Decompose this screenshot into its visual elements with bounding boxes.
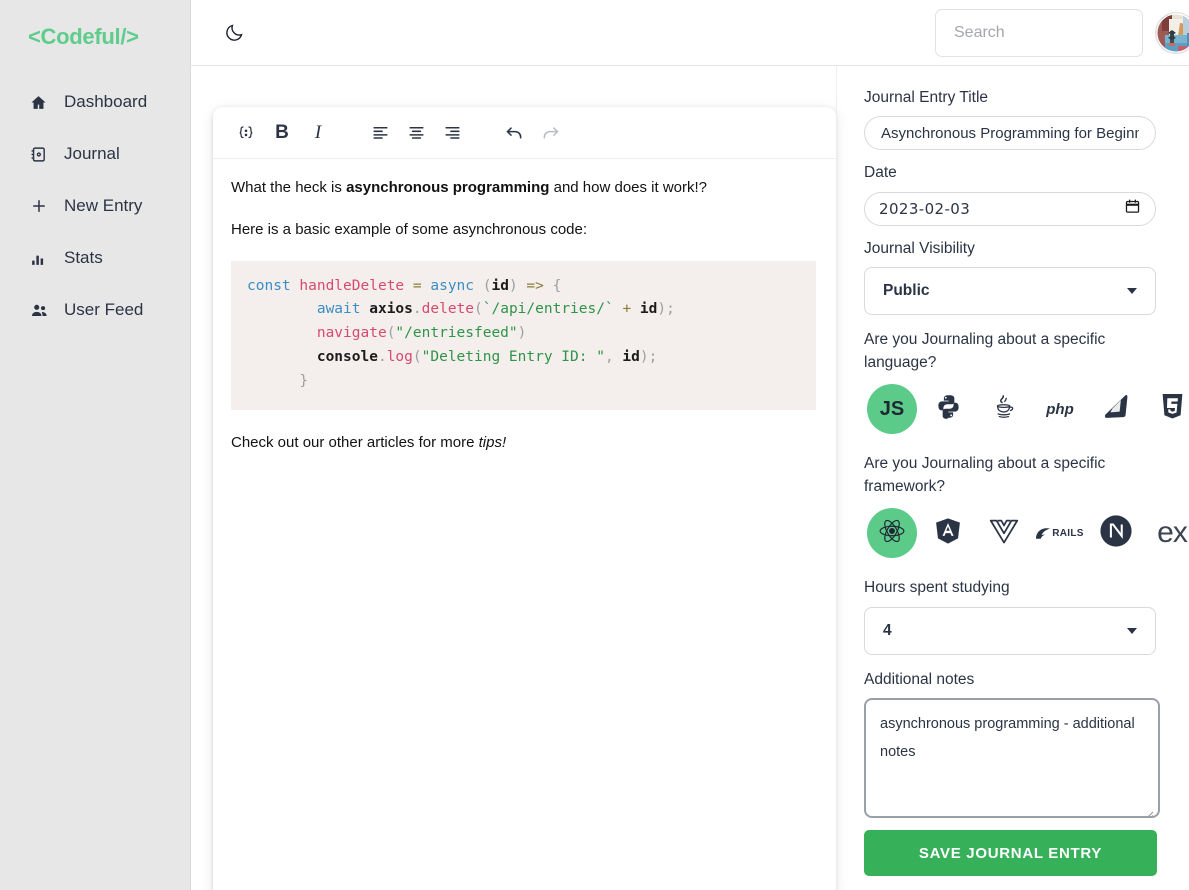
bar-chart-icon [30,250,56,267]
search-box[interactable] [935,8,1143,57]
calendar-icon[interactable] [1124,198,1141,219]
sidebar-item-stats[interactable]: Stats [0,232,190,284]
redo-icon[interactable] [533,116,567,150]
angular-icon [934,517,962,550]
hours-label: Hours spent studying [864,579,1010,597]
editor-pane: B I What the heck is asynchronous progra… [191,66,836,890]
search-input[interactable] [952,22,1126,43]
chevron-down-icon [1127,627,1137,634]
hours-select[interactable]: 4 [864,606,1156,655]
visibility-value: Public [883,282,930,300]
align-left-icon[interactable] [363,116,397,150]
align-center-icon[interactable] [399,116,433,150]
book-icon [30,146,56,163]
resize-grip-icon[interactable] [1144,803,1154,817]
align-right-icon[interactable] [435,116,469,150]
save-journal-entry-button[interactable]: SAVE JOURNAL ENTRY [864,830,1157,877]
main-column: B I [191,0,1189,890]
sidebar: <Codeful/> Dashboard Journal New Entry S… [0,0,191,890]
language-option-ruby[interactable] [1088,381,1144,437]
sidebar-item-label: User Feed [64,300,144,319]
python-icon [935,393,962,425]
language-question-label: Are you Journaling about a specific lang… [864,331,1106,371]
language-icon-row: JS php [864,381,1189,437]
ruby-icon [1102,392,1131,426]
p1-pre: What the heck is [231,179,347,196]
visibility-select[interactable]: Public [864,267,1156,316]
sidebar-item-label: Dashboard [64,92,148,111]
vue-icon [989,518,1019,549]
journal-title-field[interactable] [864,116,1156,151]
framework-option-rails[interactable]: RAILS [1032,505,1088,561]
language-option-javascript[interactable]: JS [864,381,920,437]
editor-body[interactable]: What the heck is asynchronous programmin… [213,159,836,890]
framework-question-label: Are you Journaling about a specific fram… [864,455,1106,495]
italic-button[interactable]: I [301,116,335,150]
sidebar-item-user-feed[interactable]: User Feed [0,284,190,336]
sidebar-item-label: New Entry [64,196,143,215]
sidebar-item-label: Journal [64,144,120,163]
notes-value: asynchronous programming - additional no… [880,716,1135,760]
date-label: Date [864,164,897,182]
code-block: const handleDelete = async (id) => { awa… [231,260,816,411]
rails-wordmark: RAILS [1052,527,1084,539]
editor-paragraph-1: What the heck is asynchronous programmin… [231,177,816,199]
hours-value: 4 [883,621,892,639]
framework-option-nextjs[interactable] [1088,505,1144,561]
framework-option-express[interactable]: ex [1144,505,1189,561]
journal-title-label: Journal Entry Title [864,89,989,106]
javascript-icon: JS [879,397,905,420]
plus-icon [30,197,56,215]
avatar[interactable] [1155,11,1189,54]
brand-logo[interactable]: <Codeful/> [0,24,190,50]
react-icon [877,516,907,551]
top-bar [191,0,1189,66]
language-option-php[interactable]: php [1032,381,1088,437]
p3-pre: Check out our other articles for more [231,434,479,452]
language-option-java[interactable] [976,381,1032,437]
content-area: B I What the heck is asynchronous progra… [191,66,1189,890]
php-icon: php [1046,400,1074,418]
editor-paragraph-3: Check out our other articles for more ti… [231,432,816,454]
additional-notes-textarea[interactable]: asynchronous programming - additional no… [864,698,1160,819]
date-field[interactable]: 2023-02-03 [864,191,1156,226]
visibility-label: Journal Visibility [864,239,975,257]
framework-icon-row: RAILS ex [864,505,1189,561]
p1-bold: asynchronous programming [346,179,550,196]
rails-icon: RAILS [1036,527,1084,540]
framework-option-vue[interactable] [976,505,1032,561]
home-icon [30,94,56,111]
framework-option-angular[interactable] [920,505,976,561]
framework-option-react[interactable] [864,505,920,561]
language-option-python[interactable] [920,381,976,437]
sidebar-item-dashboard[interactable]: Dashboard [0,76,190,128]
express-icon: ex [1157,516,1188,550]
top-bar-right [935,8,1189,57]
language-option-css3[interactable] [1144,381,1189,437]
chevron-down-icon [1127,288,1137,295]
nextjs-icon [1099,514,1133,553]
p1-post: and how does it work!? [549,179,708,196]
sidebar-item-new-entry[interactable]: New Entry [0,180,190,232]
journal-form-pane: Journal Entry Title Date 2023-02-03 [836,66,1189,890]
css3-icon [1160,393,1185,425]
moon-icon[interactable] [219,18,249,48]
bold-button[interactable]: B [265,116,299,150]
date-value: 2023-02-03 [879,199,971,218]
editor-paragraph-2: Here is a basic example of some asynchro… [231,220,588,238]
app-root: <Codeful/> Dashboard Journal New Entry S… [0,0,1189,890]
journal-title-input[interactable] [879,123,1141,143]
java-icon [990,393,1018,426]
users-icon [30,301,56,320]
undo-icon[interactable] [497,116,531,150]
editor-toolbar: B I [213,107,836,159]
notes-label: Additional notes [864,670,975,688]
p3-italic: tips! [478,434,507,452]
editor-card: B I What the heck is asynchronous progra… [213,107,836,890]
code-block-icon[interactable] [229,116,263,150]
sidebar-item-journal[interactable]: Journal [0,128,190,180]
sidebar-item-label: Stats [64,248,103,267]
